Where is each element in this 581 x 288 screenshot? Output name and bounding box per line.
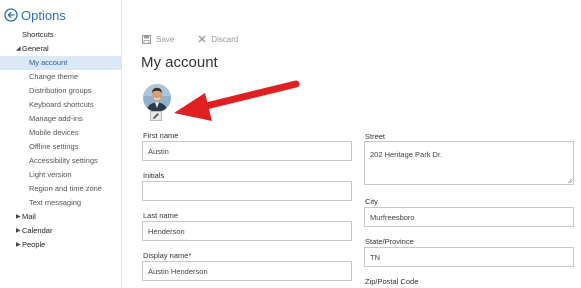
nav-shortcuts[interactable]: Shortcuts: [0, 28, 122, 42]
nav-label: General: [22, 44, 49, 53]
display-name-label-text: Display name: [143, 251, 189, 260]
discard-label: Discard: [211, 34, 239, 44]
nav-calendar[interactable]: ▶ Calendar: [0, 224, 122, 238]
nav-distribution-groups[interactable]: Distribution groups: [0, 84, 122, 98]
options-title: Options: [21, 7, 66, 23]
last-name-label: Last name: [143, 211, 179, 220]
city-value: Murfreesboro: [370, 212, 415, 222]
nav-label: Calendar: [22, 226, 53, 235]
city-label: City: [365, 197, 378, 206]
nav-label: Mobile devices: [29, 128, 79, 137]
state-field[interactable]: TN: [364, 247, 574, 267]
caret-right-icon[interactable]: ▶: [16, 210, 21, 224]
caret-down-icon[interactable]: ◢: [16, 42, 21, 56]
display-name-value: Austin Henderson: [148, 266, 208, 276]
last-name-field[interactable]: Henderson: [142, 221, 352, 241]
last-name-value: Henderson: [148, 226, 185, 236]
state-label: State/Province: [365, 237, 414, 246]
display-name-field[interactable]: Austin Henderson: [142, 261, 352, 281]
first-name-label: First name: [143, 131, 179, 140]
nav-accessibility-settings[interactable]: Accessibility settings: [0, 154, 122, 168]
display-name-label: Display name*: [143, 251, 191, 260]
nav-offline-settings[interactable]: Offline settings: [0, 140, 122, 154]
city-field[interactable]: Murfreesboro: [364, 207, 574, 227]
first-name-value: Austin: [148, 146, 169, 156]
nav-keyboard-shortcuts[interactable]: Keyboard shortcuts: [0, 98, 122, 112]
save-label: Save: [156, 34, 175, 44]
resize-handle-icon[interactable]: [567, 178, 573, 184]
street-field[interactable]: 202 Heritage Park Dr.: [364, 141, 574, 185]
nav-label: Offline settings: [29, 142, 79, 151]
nav-general[interactable]: ◢ General: [0, 42, 122, 56]
toolbar: Save Discard: [142, 32, 262, 46]
initials-field[interactable]: [142, 181, 352, 201]
required-mark: *: [188, 251, 192, 260]
nav-text-messaging[interactable]: Text messaging: [0, 196, 122, 210]
pencil-icon: [153, 113, 159, 119]
nav-light-version[interactable]: Light version: [0, 168, 122, 182]
nav-my-account[interactable]: My account: [0, 56, 122, 70]
street-value: 202 Heritage Park Dr.: [370, 150, 443, 159]
street-label: Street: [365, 132, 386, 141]
caret-right-icon[interactable]: ▶: [16, 238, 21, 252]
nav-label: Text messaging: [29, 198, 82, 207]
avatar[interactable]: [143, 84, 171, 112]
nav-people[interactable]: ▶ People: [0, 238, 122, 252]
nav-label: Distribution groups: [29, 86, 92, 95]
back-arrow-icon[interactable]: [4, 8, 18, 22]
state-value: TN: [370, 252, 380, 262]
options-header[interactable]: Options: [4, 6, 66, 24]
nav-label: Keyboard shortcuts: [29, 100, 94, 109]
caret-right-icon[interactable]: ▶: [16, 224, 21, 238]
nav-change-theme[interactable]: Change theme: [0, 70, 122, 84]
options-nav: Shortcuts ◢ General My account Change th…: [0, 28, 122, 252]
edit-photo-button[interactable]: [150, 111, 162, 121]
zip-label: Zip/Postal Code: [365, 277, 419, 286]
nav-manage-add-ins[interactable]: Manage add-ins: [0, 112, 122, 126]
nav-label: My account: [29, 58, 68, 67]
nav-mobile-devices[interactable]: Mobile devices: [0, 126, 122, 140]
first-name-field[interactable]: Austin: [142, 141, 352, 161]
save-icon: [142, 34, 151, 44]
nav-mail[interactable]: ▶ Mail: [0, 210, 122, 224]
nav-label: Mail: [22, 212, 36, 221]
nav-label: Light version: [29, 170, 72, 179]
close-icon: [198, 35, 206, 43]
options-sidebar: Options Shortcuts ◢ General My account C…: [0, 0, 122, 288]
nav-label: Manage add-ins: [29, 114, 83, 123]
nav-label: Change theme: [29, 72, 79, 81]
nav-label: Shortcuts: [22, 30, 54, 39]
nav-label: People: [22, 240, 46, 249]
initials-label: Initials: [143, 171, 165, 180]
nav-label: Accessibility settings: [29, 156, 98, 165]
page-title: My account: [141, 54, 218, 71]
nav-label: Region and time zone: [29, 184, 102, 193]
nav-region-time-zone[interactable]: Region and time zone: [0, 182, 122, 196]
discard-button[interactable]: Discard: [198, 35, 238, 44]
save-button[interactable]: Save: [142, 34, 175, 44]
